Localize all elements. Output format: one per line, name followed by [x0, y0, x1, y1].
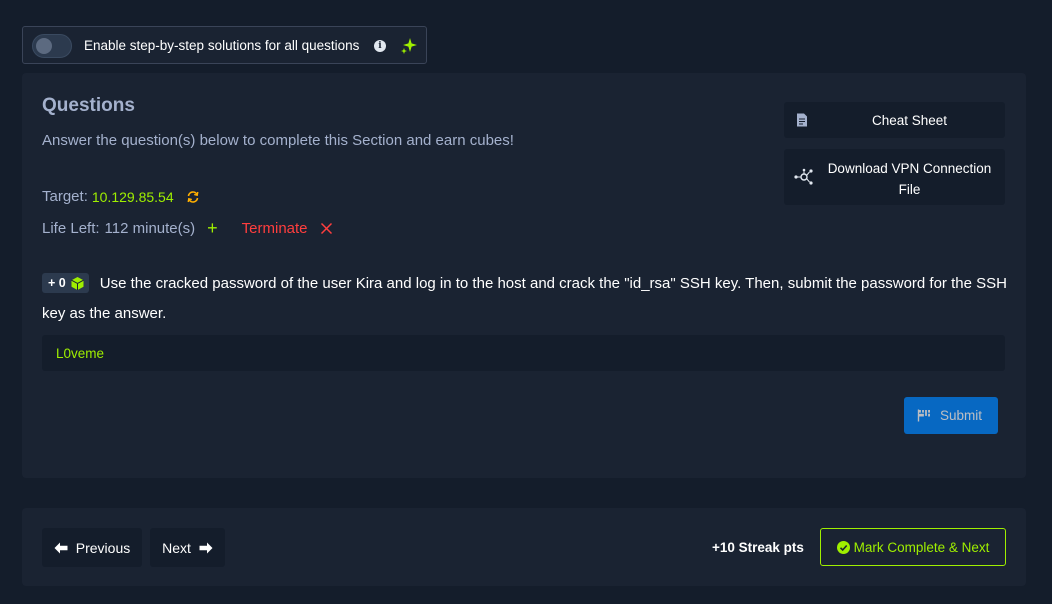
- cube-icon: [70, 276, 84, 290]
- submit-button[interactable]: Submit: [904, 397, 998, 434]
- life-label: Life Left:: [42, 220, 100, 237]
- life-row: Life Left: 112 minute(s) + Terminate: [42, 219, 333, 237]
- cheat-sheet-label: Cheat Sheet: [871, 113, 948, 128]
- vpn-label: Download VPN Connection File: [827, 161, 992, 197]
- question-row: + 0 Use the cracked password of the user…: [42, 269, 1008, 329]
- close-icon[interactable]: [320, 222, 333, 235]
- life-value: 112 minute(s): [104, 220, 196, 237]
- plus-icon[interactable]: +: [207, 219, 218, 237]
- info-icon[interactable]: i: [374, 40, 386, 52]
- bottom-nav-bar: Previous Next +10 Streak pts Mark Comple…: [22, 508, 1026, 586]
- question-text: Use the cracked password of the user Kir…: [42, 275, 1007, 322]
- answer-input[interactable]: [42, 335, 1005, 371]
- sparkle-icon[interactable]: [400, 37, 418, 55]
- streak-points: +10 Streak pts: [712, 540, 804, 555]
- download-vpn-button[interactable]: Download VPN Connection File: [784, 149, 1005, 205]
- cube-reward-badge: + 0: [42, 273, 89, 293]
- submit-label: Submit: [940, 408, 983, 423]
- mark-complete-next-button[interactable]: Mark Complete & Next: [820, 528, 1006, 566]
- arrow-right-icon: [199, 542, 213, 553]
- questions-card: Questions Answer the question(s) below t…: [22, 73, 1026, 478]
- vpn-network-icon: [794, 168, 813, 185]
- arrow-left-icon: [54, 542, 68, 553]
- flag-icon: [917, 409, 930, 422]
- previous-label: Previous: [75, 539, 131, 556]
- target-ip[interactable]: 10.129.85.54: [92, 189, 174, 205]
- questions-title: Questions: [42, 95, 135, 116]
- next-button[interactable]: Next: [150, 528, 225, 567]
- terminate-button[interactable]: Terminate: [242, 220, 308, 237]
- next-label: Next: [162, 539, 191, 556]
- questions-subtitle: Answer the question(s) below to complete…: [42, 132, 514, 149]
- refresh-icon[interactable]: [186, 190, 200, 204]
- switch-knob: [36, 38, 52, 54]
- previous-button[interactable]: Previous: [42, 528, 142, 567]
- cheat-sheet-button[interactable]: Cheat Sheet: [784, 102, 1005, 138]
- check-circle-icon: [836, 540, 850, 554]
- cube-reward-value: + 0: [48, 276, 66, 290]
- mark-complete-label: Mark Complete & Next: [853, 539, 990, 555]
- target-label: Target:: [42, 188, 88, 205]
- step-by-step-toggle-bar: Enable step-by-step solutions for all qu…: [22, 26, 427, 64]
- toggle-label: Enable step-by-step solutions for all qu…: [84, 38, 360, 53]
- document-icon: [797, 113, 807, 127]
- target-row: Target: 10.129.85.54: [42, 188, 200, 205]
- step-by-step-switch[interactable]: [32, 34, 72, 58]
